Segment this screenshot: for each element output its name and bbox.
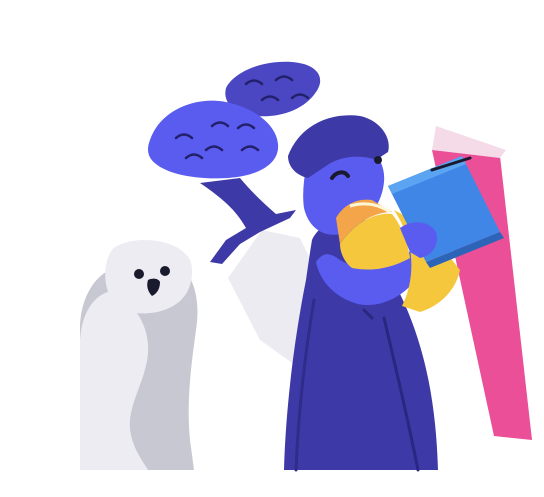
- scene-svg: [80, 61, 532, 472]
- illustration-canvas: [0, 0, 544, 497]
- owl-icon: [80, 240, 198, 470]
